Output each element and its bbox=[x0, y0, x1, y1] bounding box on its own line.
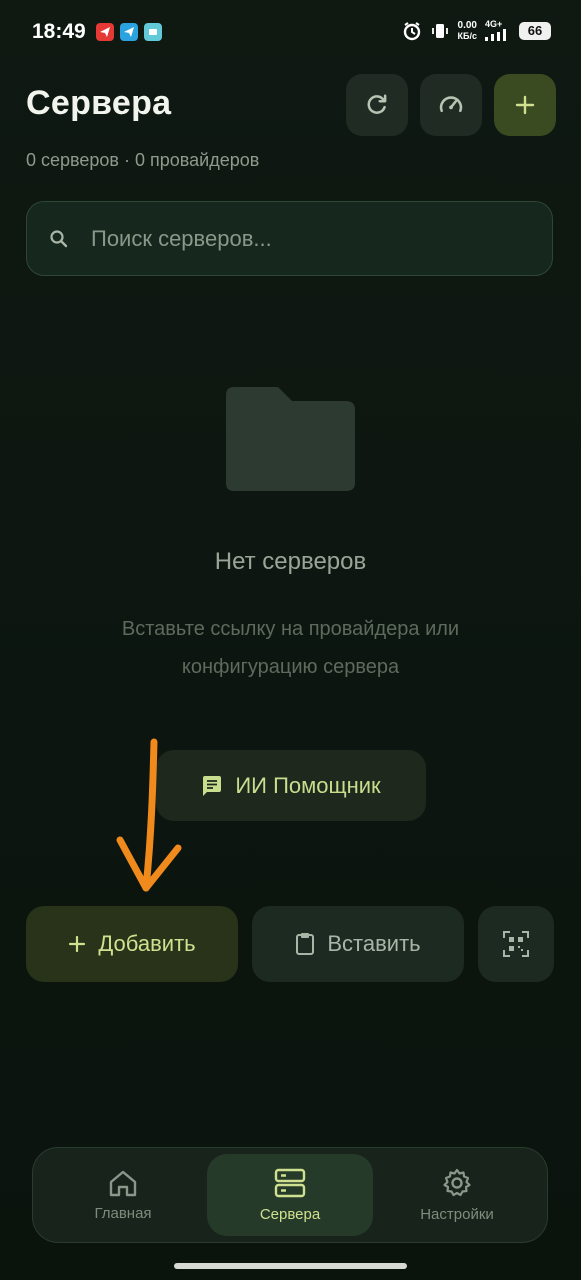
add-button-label: Добавить bbox=[98, 931, 196, 956]
page-title: Сервера bbox=[26, 84, 172, 122]
servers-count: 0 серверов · 0 провайдеров bbox=[26, 150, 260, 170]
annotation-arrow bbox=[116, 738, 182, 892]
server-icon bbox=[274, 1168, 306, 1197]
qr-scan-button[interactable] bbox=[478, 906, 554, 982]
speedometer-icon bbox=[439, 96, 463, 113]
speed-test-button[interactable] bbox=[420, 74, 482, 136]
refresh-icon bbox=[367, 94, 387, 114]
empty-description: Вставьте ссылку на провайдера или конфиг… bbox=[121, 618, 460, 678]
app-notification-icon bbox=[144, 23, 162, 41]
paste-button-label: Вставить bbox=[327, 931, 421, 956]
network-type: 4G+ bbox=[485, 19, 503, 29]
nav-label-home: Главная bbox=[94, 1204, 152, 1222]
clipboard-icon bbox=[296, 933, 315, 955]
alarm-icon bbox=[403, 21, 420, 40]
add-button[interactable]: Добавить bbox=[26, 906, 238, 982]
ai-assistant-label: ИИ Помощник bbox=[235, 772, 381, 798]
nav-label-servers: Сервера bbox=[259, 1205, 321, 1223]
status-right: 0.00 КБ/с 4G+ 66 bbox=[402, 20, 551, 41]
add-server-header-button[interactable] bbox=[494, 74, 556, 136]
ai-assistant-button[interactable]: ИИ Помощник bbox=[156, 750, 426, 821]
speed-unit: КБ/с bbox=[457, 30, 477, 41]
home-indicator[interactable] bbox=[174, 1263, 407, 1269]
empty-title: Нет серверов bbox=[214, 548, 367, 575]
qr-scan-icon bbox=[503, 931, 529, 957]
notification-icons bbox=[96, 23, 162, 41]
telegram-icon bbox=[120, 23, 138, 41]
plus-icon bbox=[69, 935, 86, 953]
search-bar[interactable] bbox=[26, 201, 553, 276]
search-input[interactable] bbox=[89, 224, 493, 253]
folder-icon bbox=[226, 387, 356, 497]
status-bar: 18:49 0.00 КБ/с 4G+ 66 bbox=[0, 0, 581, 66]
gear-icon bbox=[443, 1168, 471, 1196]
search-icon bbox=[49, 229, 69, 249]
telegram-red-icon bbox=[96, 23, 114, 41]
signal-icon bbox=[485, 29, 506, 41]
vibrate-icon bbox=[431, 23, 448, 38]
plus-icon bbox=[515, 95, 535, 115]
battery-indicator: 66 bbox=[519, 21, 551, 40]
home-icon bbox=[109, 1170, 137, 1196]
servers-screen: 18:49 0.00 КБ/с 4G+ 66 Сервера 0 серверо… bbox=[0, 0, 581, 1280]
nav-label-settings: Настройки bbox=[420, 1205, 494, 1223]
nav-item-settings[interactable]: Настройки bbox=[374, 1154, 540, 1236]
network-speed: 0.00 КБ/с bbox=[457, 19, 477, 41]
signal: 4G+ bbox=[485, 20, 511, 41]
nav-item-home[interactable]: Главная bbox=[40, 1154, 206, 1236]
bottom-navigation: Главная Сервера Настройки bbox=[32, 1147, 548, 1243]
refresh-button[interactable] bbox=[346, 74, 408, 136]
nav-item-servers[interactable]: Сервера bbox=[207, 1154, 373, 1236]
chat-icon bbox=[203, 775, 222, 796]
status-time: 18:49 bbox=[32, 20, 86, 43]
speed-value: 0.00 bbox=[457, 19, 477, 31]
paste-button[interactable]: Вставить bbox=[252, 906, 464, 982]
